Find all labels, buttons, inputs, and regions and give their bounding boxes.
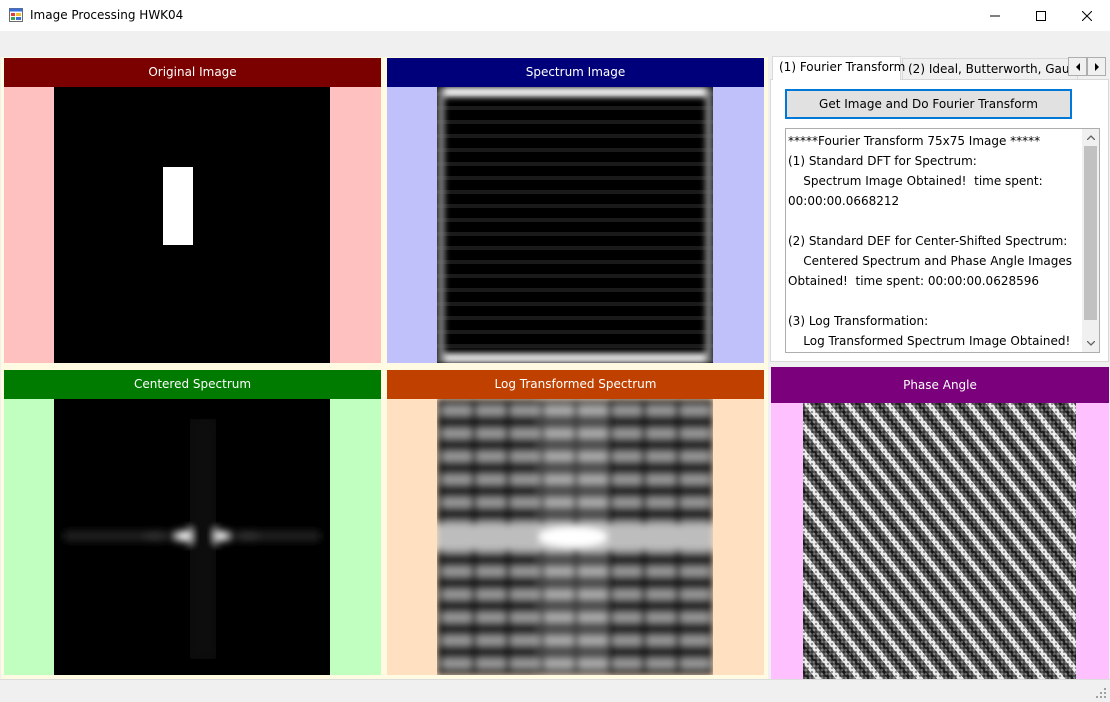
log-line: Spectrum Image Obtained! time spent: — [788, 174, 1043, 188]
log-line: (2) Standard DEF for Center-Shifted Spec… — [788, 234, 1068, 248]
original-image-panel: Original Image — [4, 58, 381, 363]
arrow-left-icon — [1075, 62, 1080, 71]
scroll-up-button[interactable] — [1082, 129, 1099, 146]
phase-angle-image — [803, 403, 1076, 679]
log-text: *****Fourier Transform 75x75 Image *****… — [788, 131, 1081, 351]
spectrum-image — [437, 87, 713, 363]
arrow-right-icon — [1094, 62, 1099, 71]
get-image-fourier-button[interactable]: Get Image and Do Fourier Transform — [785, 89, 1072, 119]
original-image — [54, 87, 330, 363]
log-line: 00:00:00.0668212 — [788, 194, 900, 208]
log-textbox[interactable]: *****Fourier Transform 75x75 Image *****… — [785, 128, 1100, 353]
status-bar — [0, 679, 1110, 702]
app-window-icon — [9, 8, 23, 22]
maximize-icon — [1036, 10, 1046, 21]
tab-scroll-left-button[interactable] — [1068, 57, 1087, 76]
spectrum-image-title: Spectrum Image — [387, 58, 764, 87]
log-line: (1) Standard DFT for Spectrum: — [788, 154, 977, 168]
minimize-icon — [990, 15, 1000, 16]
tab-control: (1) Fourier Transform (2) Ideal, Butterw… — [770, 56, 1109, 362]
scroll-down-button[interactable] — [1082, 335, 1099, 352]
close-icon — [1082, 10, 1092, 21]
minimize-button[interactable] — [972, 0, 1018, 31]
phase-angle-panel: Phase Angle — [771, 367, 1109, 679]
resize-grip-icon[interactable] — [1095, 687, 1107, 699]
title-bar: Image Processing HWK04 — [0, 0, 1110, 31]
centered-spectrum-title: Centered Spectrum — [4, 370, 381, 399]
arrow-down-icon — [1086, 341, 1095, 346]
phase-angle-title: Phase Angle — [771, 367, 1109, 403]
log-spectrum-panel: Log Transformed Spectrum — [387, 370, 764, 675]
client-area: Original Image Spectrum Image Centered S… — [0, 31, 1110, 679]
log-vertical-scrollbar[interactable] — [1082, 129, 1099, 352]
original-image-title: Original Image — [4, 58, 381, 87]
tab-page-fourier-transform: Get Image and Do Fourier Transform *****… — [770, 79, 1109, 362]
tab-scroll-right-button[interactable] — [1087, 57, 1106, 76]
log-line: Centered Spectrum and Phase Angle Images — [788, 254, 1072, 268]
centered-spectrum-image — [54, 399, 330, 675]
log-spectrum-image — [437, 399, 713, 675]
scroll-thumb[interactable] — [1084, 146, 1097, 320]
window-title: Image Processing HWK04 — [30, 8, 184, 22]
log-line: *****Fourier Transform 75x75 Image ***** — [788, 134, 1041, 148]
centered-spectrum-panel: Centered Spectrum — [4, 370, 381, 675]
log-line: Log Transformed Spectrum Image Obtained! — [788, 334, 1071, 348]
arrow-up-icon — [1086, 135, 1095, 140]
log-line: (3) Log Transformation: — [788, 314, 929, 328]
log-spectrum-title: Log Transformed Spectrum — [387, 370, 764, 399]
tab-ideal-butterworth-gaussian[interactable]: (2) Ideal, Butterworth, Gaussian — [902, 58, 1078, 80]
maximize-button[interactable] — [1018, 0, 1064, 31]
tab-fourier-transform[interactable]: (1) Fourier Transform — [772, 56, 905, 80]
log-line: Obtained! time spent: 00:00:00.0628596 — [788, 274, 1039, 288]
spectrum-image-panel: Spectrum Image — [387, 58, 764, 363]
close-button[interactable] — [1064, 0, 1110, 31]
